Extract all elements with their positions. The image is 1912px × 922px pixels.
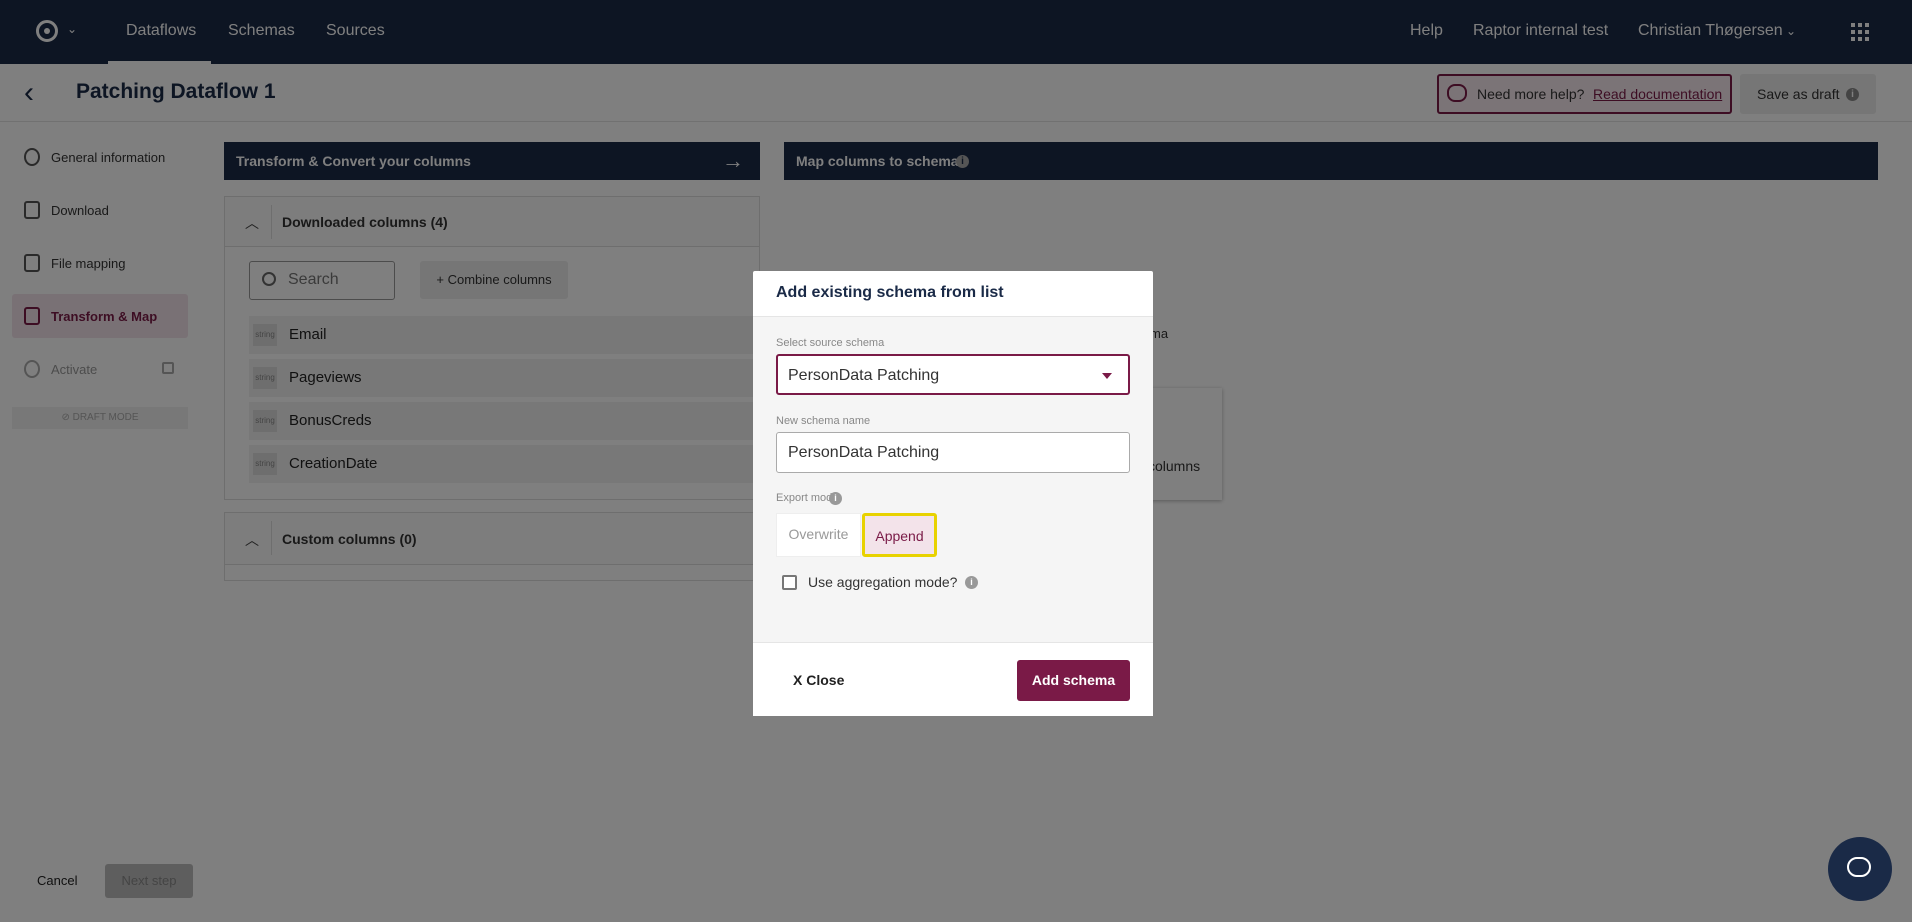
aggregation-label: Use aggregation mode?: [808, 574, 958, 590]
info-icon[interactable]: i: [829, 492, 842, 505]
dialog-body: Select source schema PersonData Patching…: [753, 317, 1153, 642]
dialog-header: Add existing schema from list: [753, 271, 1153, 317]
source-schema-label: Select source schema: [776, 337, 885, 349]
chat-button[interactable]: [1828, 837, 1892, 901]
chat-icon: [1847, 857, 1871, 877]
dialog-footer: X Close Add schema: [753, 642, 1153, 716]
export-mode-append[interactable]: Append: [862, 513, 937, 557]
schema-name-label: New schema name: [776, 415, 871, 427]
export-mode-overwrite[interactable]: Overwrite: [776, 513, 861, 557]
source-schema-select[interactable]: PersonData Patching: [776, 354, 1130, 395]
source-schema-value: PersonData Patching: [788, 367, 940, 384]
caret-down-icon: [1102, 373, 1112, 379]
dialog-title: Add existing schema from list: [776, 284, 1004, 301]
add-schema-button[interactable]: Add schema: [1017, 660, 1130, 701]
close-button[interactable]: X Close: [793, 672, 844, 688]
schema-name-input[interactable]: [776, 432, 1130, 473]
aggregation-checkbox[interactable]: [782, 575, 797, 590]
info-icon[interactable]: i: [965, 576, 978, 589]
add-schema-dialog: Add existing schema from list Select sou…: [753, 271, 1153, 716]
